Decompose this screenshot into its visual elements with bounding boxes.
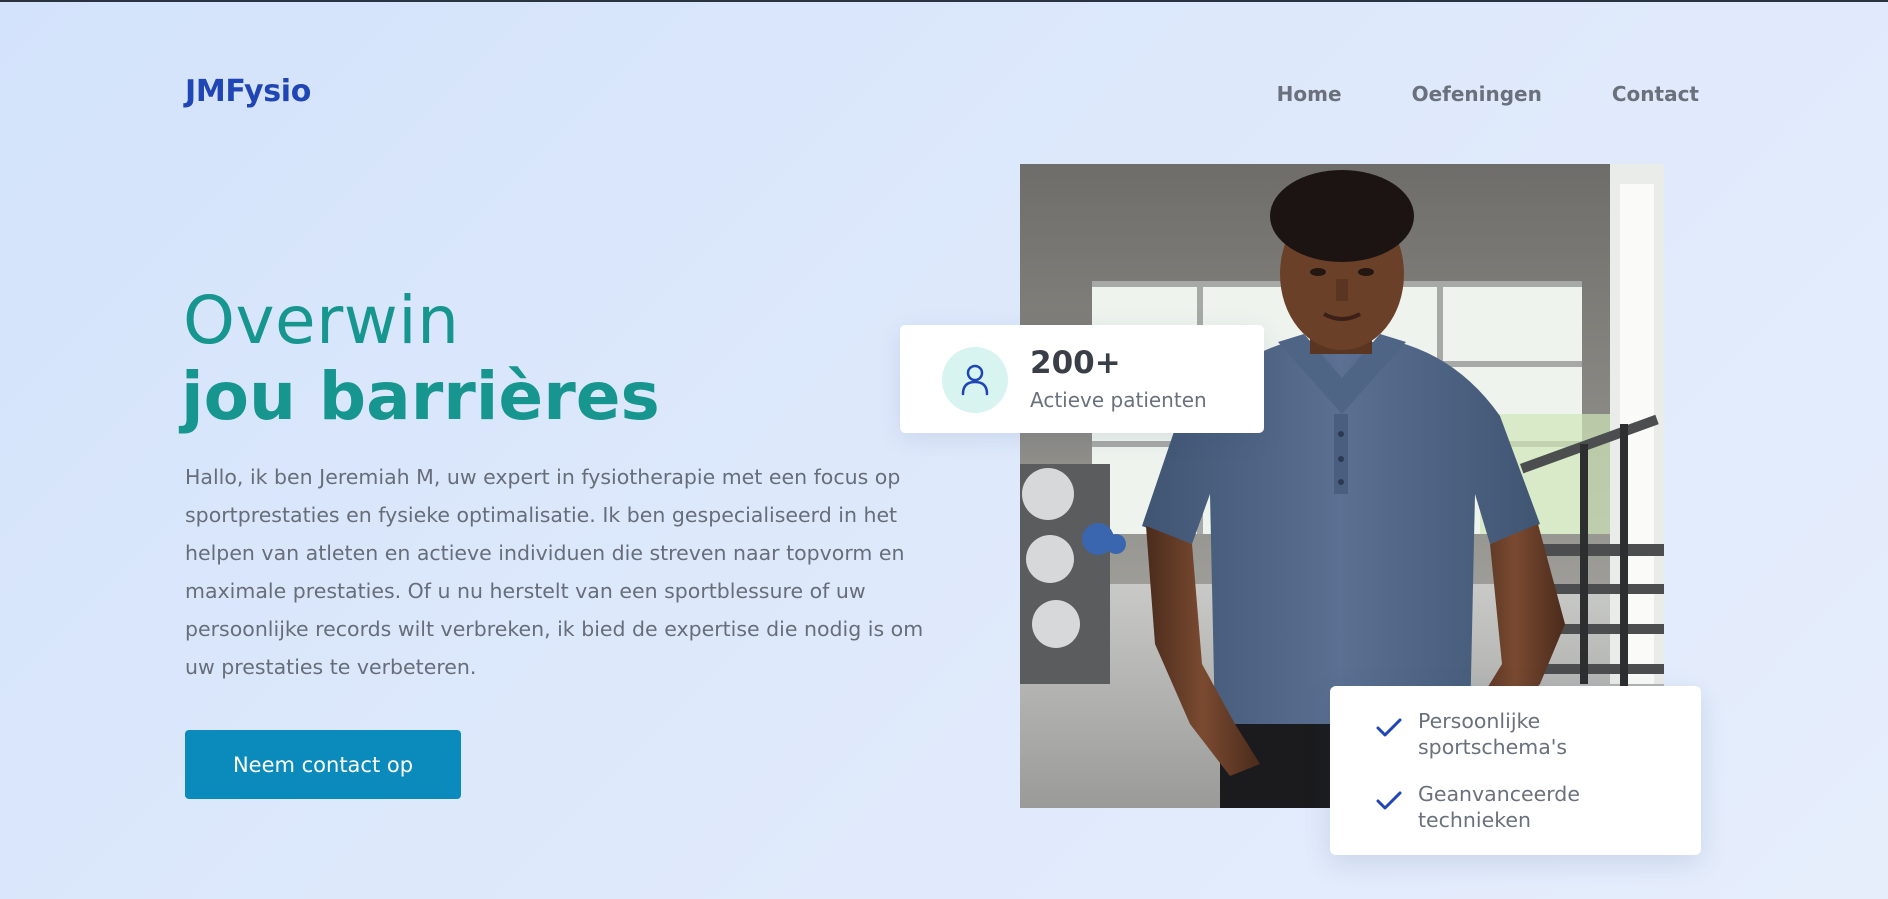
nav-contact[interactable]: Contact — [1612, 82, 1699, 106]
stat-label: Actieve patienten — [1030, 388, 1207, 412]
stat-number: 200+ — [1030, 345, 1121, 381]
hero-description: Hallo, ik ben Jeremiah M, uw expert in f… — [185, 465, 924, 679]
check-icon — [1376, 718, 1402, 737]
feature-item: Geanvanceerde technieken — [1376, 781, 1638, 833]
contact-button[interactable]: Neem contact op — [185, 730, 461, 799]
brand-logo[interactable]: JMFysio — [185, 74, 311, 109]
user-icon — [961, 364, 989, 396]
stat-icon-badge — [942, 347, 1008, 413]
main-nav: Home Oefeningen Contact — [1277, 82, 1699, 106]
feature-label: Geanvanceerde technieken — [1418, 782, 1580, 832]
stat-card: 200+ Actieve patienten — [900, 325, 1264, 433]
features-card: Persoonlijke sportschema's Geanvanceerde… — [1330, 686, 1701, 855]
hero-title-line2: jou barrières — [181, 358, 660, 435]
feature-item: Persoonlijke sportschema's — [1376, 708, 1638, 760]
nav-oefeningen[interactable]: Oefeningen — [1412, 82, 1542, 106]
feature-label: Persoonlijke sportschema's — [1418, 709, 1568, 759]
hero-title-line1: Overwin — [183, 282, 460, 359]
check-icon — [1376, 791, 1402, 810]
nav-home[interactable]: Home — [1277, 82, 1342, 106]
